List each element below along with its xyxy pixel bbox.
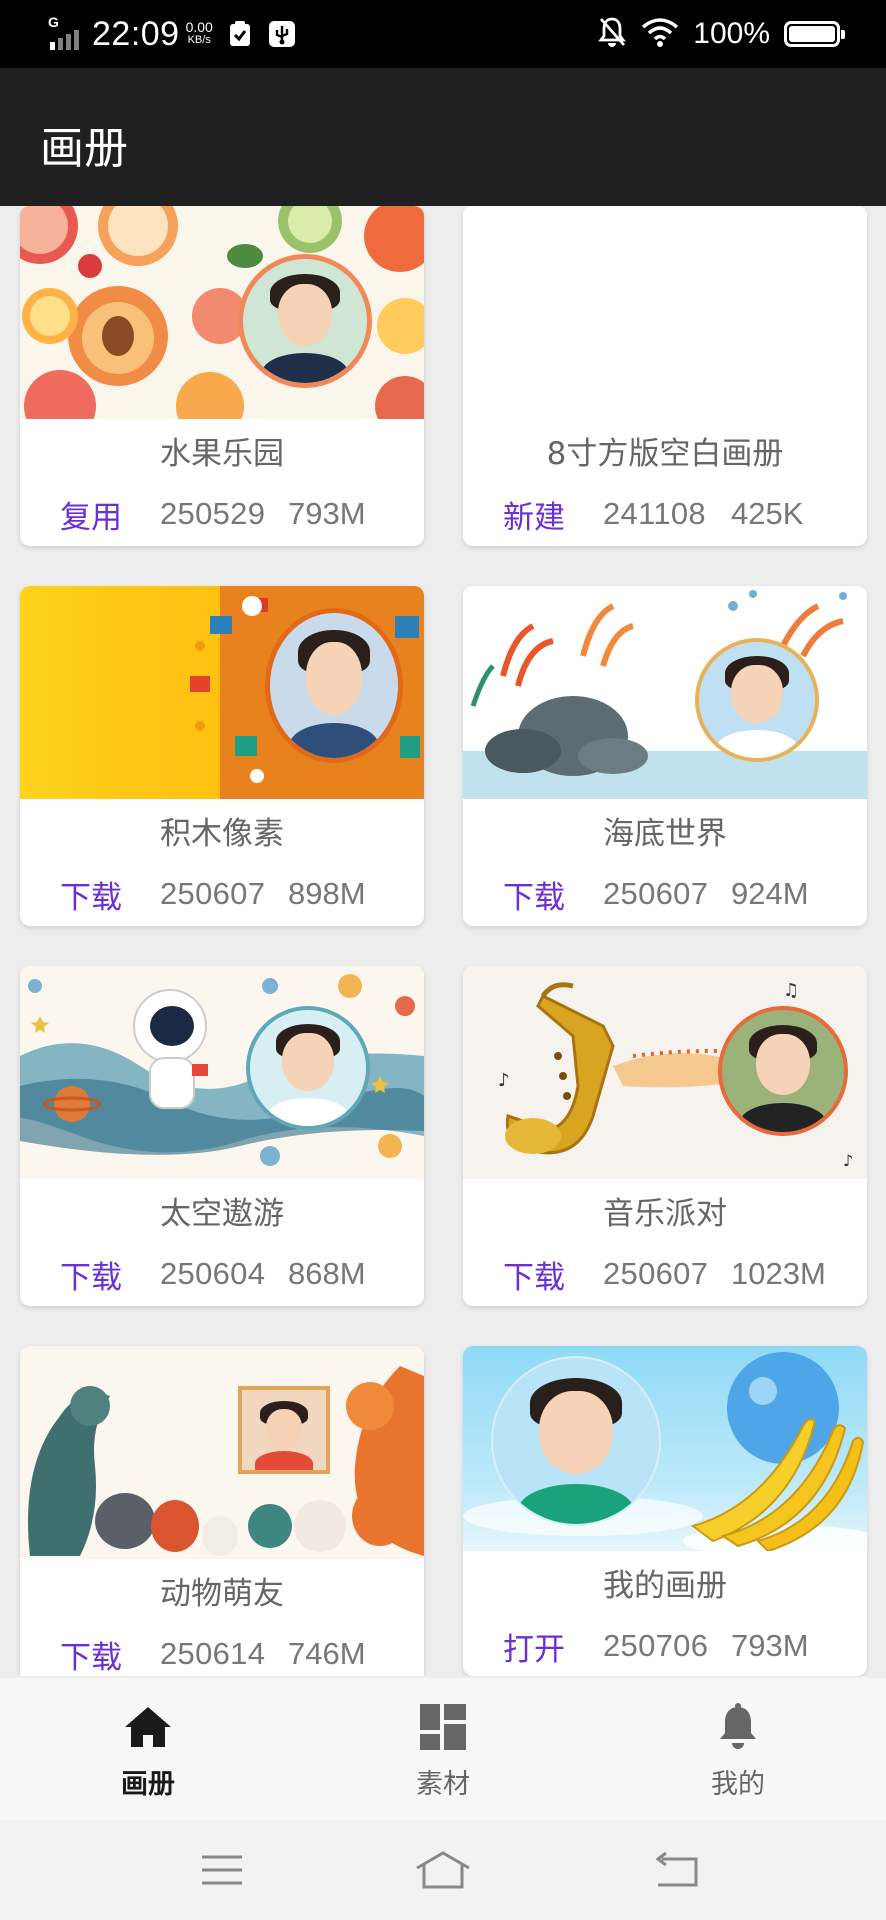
album-date: 250706 <box>603 1628 709 1663</box>
album-cover-ocean <box>463 586 867 799</box>
download-button[interactable]: 下载 <box>503 1252 603 1297</box>
battery-percent: 100% <box>693 17 770 50</box>
album-title: 海底世界 <box>603 816 727 852</box>
bottom-nav: 画册 素材 我的 <box>0 1678 886 1820</box>
download-button[interactable]: 下载 <box>60 1632 160 1677</box>
album-cover-my-album <box>463 1346 867 1551</box>
nav-label: 画册 <box>121 1769 175 1800</box>
album-meta: 下载 250614 746M <box>20 1632 424 1677</box>
bell-icon <box>658 1700 818 1754</box>
home-nav-icon[interactable] <box>413 1850 473 1890</box>
album-date: 241108 <box>603 496 706 531</box>
dashboard-icon <box>363 1700 523 1754</box>
album-date: 250529 <box>160 496 266 531</box>
album-size: 898M <box>288 876 366 911</box>
album-size: 868M <box>288 1256 366 1291</box>
album-cover-music: ♪ ♫ ♪ <box>463 966 867 1179</box>
album-date: 250607 <box>603 876 709 911</box>
album-date: 250607 <box>160 876 266 911</box>
album-card-animals[interactable]: 动物萌友 下载 250614 746M <box>20 1346 424 1676</box>
svg-text:♫: ♫ <box>783 980 799 1001</box>
status-bar: G 22:09 0.00 KB/s 100% <box>0 0 886 68</box>
menu-icon[interactable] <box>192 1850 252 1890</box>
album-date: 250607 <box>603 1256 709 1291</box>
album-date: 250614 <box>160 1636 266 1671</box>
download-button[interactable]: 下载 <box>60 1252 160 1297</box>
album-date: 250604 <box>160 1256 266 1291</box>
speed-unit: KB/s <box>187 34 211 46</box>
album-meta: 复用 250529 793M <box>20 492 424 537</box>
nav-label: 素材 <box>416 1769 470 1800</box>
album-cover-space <box>20 966 424 1179</box>
reuse-button[interactable]: 复用 <box>60 492 160 537</box>
open-button[interactable]: 打开 <box>503 1624 603 1669</box>
system-nav-bar <box>0 1820 886 1920</box>
album-size: 746M <box>288 1636 366 1671</box>
album-size: 793M <box>731 1628 809 1663</box>
back-icon[interactable] <box>646 1850 706 1890</box>
network-speed: 0.00 KB/s <box>185 19 213 47</box>
album-title: 动物萌友 <box>160 1576 284 1612</box>
album-title: 音乐派对 <box>603 1196 727 1232</box>
album-title: 太空遨游 <box>160 1196 284 1232</box>
download-button[interactable]: 下载 <box>503 872 603 917</box>
album-size: 425K <box>731 496 804 531</box>
album-title: 水果乐园 <box>160 436 284 472</box>
app-bar: 画册 <box>0 68 886 206</box>
album-size: 924M <box>731 876 809 911</box>
album-card-fruit[interactable]: 水果乐园 复用 250529 793M <box>20 206 424 546</box>
cellular-signal-icon: G <box>46 14 86 54</box>
album-card-space[interactable]: 太空遨游 下载 250604 868M <box>20 966 424 1306</box>
usb-debug-icon <box>267 19 297 49</box>
nav-item-mine[interactable]: 我的 <box>658 1700 818 1801</box>
album-card-blocks[interactable]: 积木像素 下载 250607 898M <box>20 586 424 926</box>
nav-item-albums[interactable]: 画册 <box>68 1700 228 1801</box>
svg-text:♪: ♪ <box>843 1151 853 1170</box>
album-card-music[interactable]: ♪ ♫ ♪ 音乐派对 下载 250607 1023M <box>463 966 867 1306</box>
album-size: 1023M <box>731 1256 826 1291</box>
create-button[interactable]: 新建 <box>503 492 603 537</box>
album-title: 8寸方版空白画册 <box>546 436 784 472</box>
network-type: G <box>48 14 59 30</box>
album-title: 我的画册 <box>603 1568 727 1604</box>
album-card-blank[interactable]: 8寸方版空白画册 新建 241108 425K <box>463 206 867 546</box>
album-cover-animals <box>20 1346 424 1559</box>
album-meta: 打开 250706 793M <box>463 1624 867 1669</box>
album-meta: 下载 250607 1023M <box>463 1252 867 1297</box>
album-meta: 下载 250607 924M <box>463 872 867 917</box>
album-card-ocean[interactable]: 海底世界 下载 250607 924M <box>463 586 867 926</box>
album-meta: 下载 250607 898M <box>20 872 424 917</box>
download-button[interactable]: 下载 <box>60 872 160 917</box>
page-title: 画册 <box>40 123 128 174</box>
album-size: 793M <box>288 496 366 531</box>
mute-bell-icon <box>597 16 627 52</box>
album-cover-blocks <box>20 586 424 799</box>
clipboard-check-icon <box>225 19 255 49</box>
battery-icon <box>784 21 845 47</box>
home-icon <box>68 1700 228 1754</box>
album-grid[interactable]: 水果乐园 复用 250529 793M 8寸方版空白画册 新建 241108 4… <box>0 206 886 1676</box>
album-card-my-album[interactable]: 我的画册 打开 250706 793M <box>463 1346 867 1676</box>
album-meta: 下载 250604 868M <box>20 1252 424 1297</box>
svg-text:♪: ♪ <box>498 1070 510 1091</box>
nav-item-materials[interactable]: 素材 <box>363 1700 523 1801</box>
album-cover-blank <box>463 206 867 419</box>
wifi-icon <box>641 17 679 51</box>
nav-label: 我的 <box>711 1769 765 1800</box>
album-title: 积木像素 <box>160 816 284 852</box>
status-time: 22:09 <box>92 14 180 53</box>
album-meta: 新建 241108 425K <box>463 492 867 537</box>
speed-value: 0.00 <box>185 19 213 35</box>
album-cover-fruit <box>20 206 424 419</box>
